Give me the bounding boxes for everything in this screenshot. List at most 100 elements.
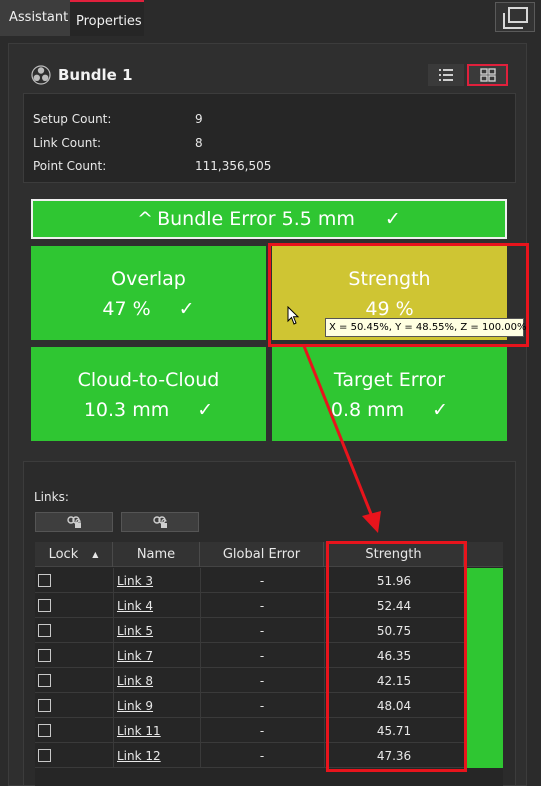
link-name[interactable]: Link 11 [117, 718, 161, 743]
link-name[interactable]: Link 4 [117, 593, 153, 618]
checkbox-box[interactable] [38, 624, 51, 637]
strength-cell: 52.44 [376, 598, 412, 613]
target-error-tile[interactable]: Target Error 0.8 mm ✓ [272, 347, 507, 441]
checkbox-box[interactable] [38, 649, 51, 662]
lock-checkbox[interactable] [38, 743, 52, 768]
column-divider [113, 668, 114, 693]
status-bar [464, 593, 503, 618]
column-divider [113, 718, 114, 743]
unlock-links-button[interactable] [121, 512, 199, 532]
restore-window-button[interactable] [495, 2, 535, 32]
global-error-cell: - [259, 673, 265, 688]
lock-checkbox[interactable] [38, 668, 52, 693]
column-header-name[interactable]: Name [113, 542, 200, 567]
table-row[interactable]: Link 8 - 42.15 [35, 668, 503, 693]
status-bar [464, 643, 503, 668]
column-header-label: Lock [48, 547, 79, 562]
link-name[interactable]: Link 8 [117, 668, 153, 693]
status-bar [464, 743, 503, 768]
tab-assistant[interactable]: Assistant [0, 0, 70, 36]
checkbox-box[interactable] [38, 699, 51, 712]
column-header-lock[interactable]: Lock ▲ [35, 542, 113, 567]
info-value: 111,356,505 [195, 159, 272, 173]
list-view-button[interactable] [428, 64, 464, 86]
global-error-cell: - [259, 573, 265, 588]
check-icon: ✓ [178, 298, 195, 320]
checkbox-box[interactable] [38, 599, 51, 612]
strength-cell: 45.71 [376, 723, 412, 738]
lock-link-icon [67, 516, 81, 528]
table-row[interactable]: Link 9 - 48.04 [35, 693, 503, 718]
overlap-tile[interactable]: Overlap 47 % ✓ [31, 246, 266, 340]
links-table: Lock ▲ Name Global Error Strength Link 3 -… [35, 542, 503, 786]
tile-value-text: 49 % [365, 298, 414, 320]
link-name[interactable]: Link 3 [117, 568, 153, 593]
strength-tooltip: X = 50.45%, Y = 48.55%, Z = 100.00% [325, 318, 527, 337]
checkbox-box[interactable] [38, 674, 51, 687]
tile-value-text: 10.3 mm [83, 399, 170, 421]
tile-value-text: 0.8 mm [330, 399, 405, 421]
tile-value: 0.8 mm ✓ [272, 399, 507, 421]
lock-links-button[interactable] [35, 512, 113, 532]
tile-value: 47 % ✓ [31, 298, 266, 320]
status-bar [464, 693, 503, 718]
global-error-cell: - [259, 698, 265, 713]
list-icon [439, 69, 453, 81]
lock-checkbox[interactable] [38, 693, 52, 718]
grid-icon [479, 68, 496, 82]
tile-label: Overlap [111, 268, 186, 290]
table-row[interactable]: Link 3 - 51.96 [35, 568, 503, 593]
table-row[interactable]: Link 5 - 50.75 [35, 618, 503, 643]
global-error-cell: - [259, 648, 265, 663]
lock-checkbox[interactable] [38, 618, 52, 643]
sort-ascending-icon: ▲ [92, 550, 99, 559]
table-row[interactable]: Link 12 - 47.36 [35, 743, 503, 768]
tile-value: 49 % [272, 298, 507, 320]
tile-label: Strength [348, 268, 431, 290]
lock-checkbox[interactable] [38, 718, 52, 743]
status-bar [464, 618, 503, 643]
column-header-global-error[interactable]: Global Error [200, 542, 324, 567]
table-row[interactable]: Link 11 - 45.71 [35, 718, 503, 743]
view-toggle [428, 64, 508, 86]
link-name[interactable]: Link 5 [117, 618, 153, 643]
tab-properties[interactable]: Properties [70, 0, 144, 36]
tile-label: Cloud-to-Cloud [77, 369, 220, 391]
column-header-strength[interactable]: Strength [324, 542, 464, 567]
column-header-status[interactable] [464, 542, 503, 567]
table-header: Lock ▲ Name Global Error Strength [35, 542, 503, 567]
link-name[interactable]: Link 7 [117, 643, 153, 668]
global-error-cell: - [259, 723, 265, 738]
lock-checkbox[interactable] [38, 643, 52, 668]
bundle-error-banner[interactable]: ^ Bundle Error 5.5 mm ✓ [31, 199, 507, 239]
mouse-cursor-icon [287, 306, 300, 325]
lock-checkbox[interactable] [38, 568, 52, 593]
tile-value-text: 47 % [102, 298, 151, 320]
cloud-to-cloud-tile[interactable]: Cloud-to-Cloud 10.3 mm ✓ [31, 347, 266, 441]
link-name[interactable]: Link 12 [117, 743, 161, 768]
strength-cell: 47.36 [376, 748, 412, 763]
table-row[interactable]: Link 7 - 46.35 [35, 643, 503, 668]
bundle-icon [31, 65, 51, 85]
grid-view-button[interactable] [467, 64, 508, 86]
status-bar [464, 568, 503, 593]
restore-window-icon-back [503, 13, 523, 29]
tile-value: 10.3 mm ✓ [31, 399, 266, 421]
lock-checkbox[interactable] [38, 593, 52, 618]
strength-cell: 42.15 [376, 673, 412, 688]
column-divider [113, 693, 114, 718]
bundle-error-label: Bundle Error 5.5 mm [157, 208, 355, 230]
column-divider [113, 568, 114, 593]
strength-cell: 48.04 [376, 698, 412, 713]
check-icon: ✓ [384, 208, 401, 230]
checkbox-box[interactable] [38, 749, 51, 762]
global-error-cell: - [259, 748, 265, 763]
link-name[interactable]: Link 9 [117, 693, 153, 718]
checkbox-box[interactable] [38, 574, 51, 587]
strength-cell: 51.96 [376, 573, 412, 588]
tile-label: Target Error [333, 369, 446, 391]
bundle-title: Bundle 1 [58, 66, 133, 84]
table-row[interactable]: Link 4 - 52.44 [35, 593, 503, 618]
strength-cell: 50.75 [376, 623, 412, 638]
checkbox-box[interactable] [38, 724, 51, 737]
